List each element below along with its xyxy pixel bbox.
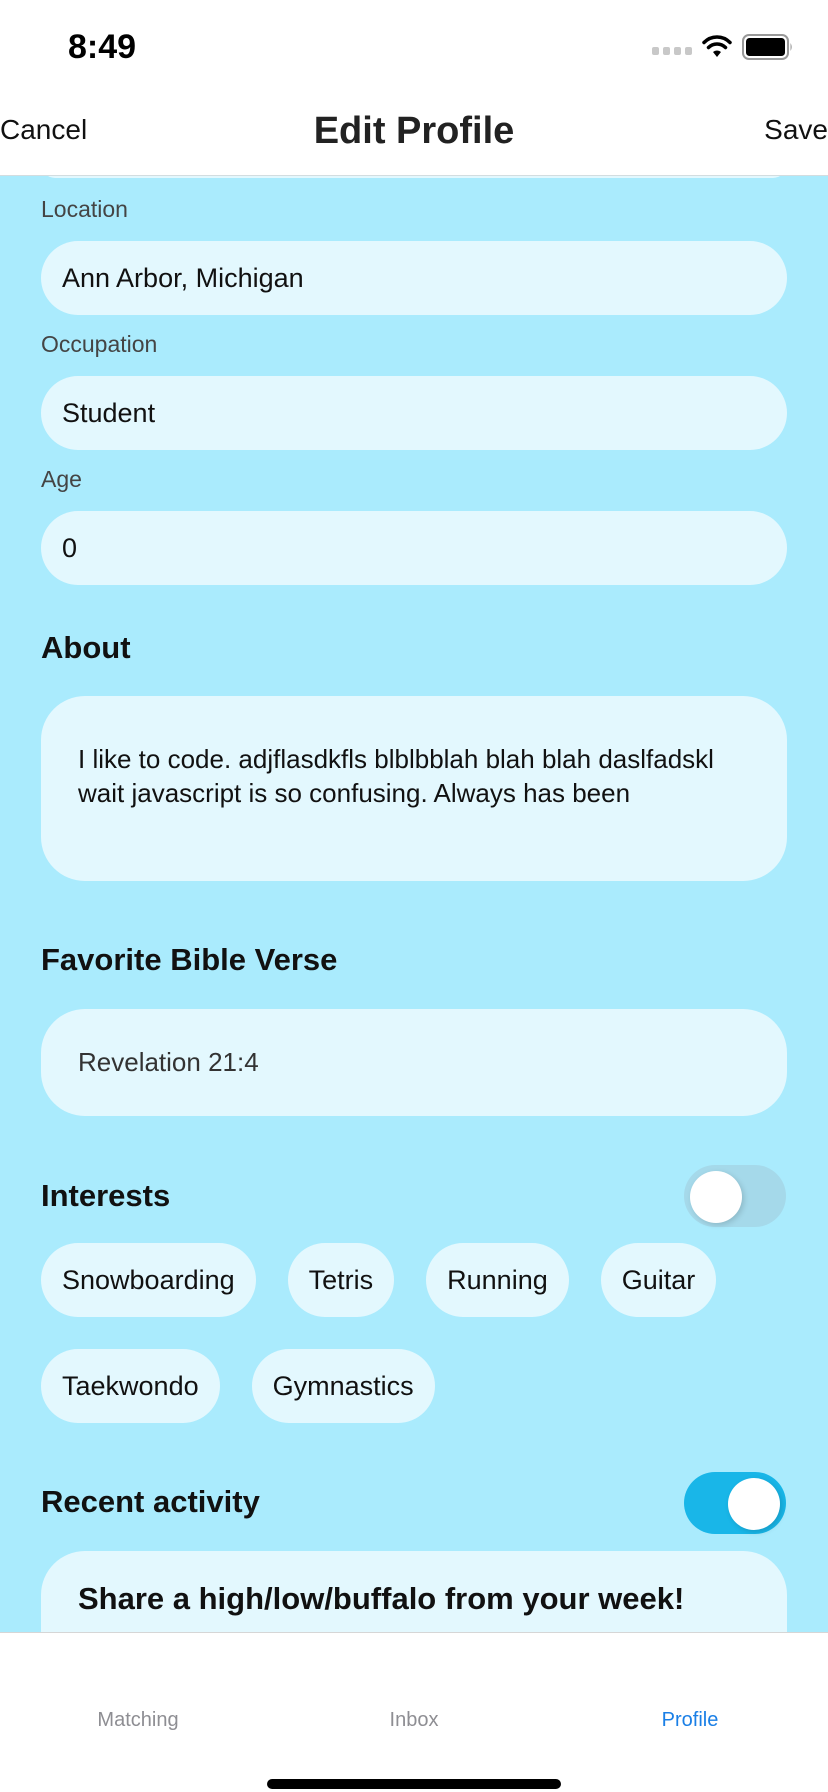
header: 8:49 Edit Profile Cancel Save [0,0,828,176]
interests-title: Interests [41,1178,171,1213]
about-textarea[interactable]: I like to code. adjflasdkfls blblbblah b… [41,696,787,881]
scroll-content[interactable]: Location Ann Arbor, Michigan Occupation … [0,0,828,1632]
interests-toggle[interactable] [684,1165,786,1227]
status-icons [652,34,794,60]
location-label: Location [41,196,128,222]
tab-bar: Matching Inbox Profile [0,1632,828,1792]
age-input[interactable]: 0 [41,511,787,585]
save-button[interactable]: Save [764,114,828,146]
interest-chip[interactable]: Gymnastics [251,1349,435,1423]
bible-verse-input[interactable]: Revelation 21:4 [41,1009,787,1116]
tab-matching[interactable]: Matching [0,1709,276,1732]
about-title: About [41,630,131,665]
battery-icon [742,34,794,60]
occupation-label: Occupation [41,331,158,357]
interest-chip[interactable]: Taekwondo [41,1349,220,1423]
page-title: Edit Profile [313,110,515,152]
activity-prompt-text: Share a high/low/buffalo from your week! [78,1581,685,1616]
tab-inbox[interactable]: Inbox [276,1709,552,1732]
cancel-button[interactable]: Cancel [0,114,87,146]
interest-chip[interactable]: Tetris [287,1243,395,1317]
recent-activity-toggle[interactable] [684,1472,786,1534]
recent-activity-title: Recent activity [41,1484,260,1519]
interest-chip[interactable]: Snowboarding [41,1243,256,1317]
toggle-knob [728,1478,780,1530]
location-input[interactable]: Ann Arbor, Michigan [41,241,787,315]
status-time: 8:49 [68,28,137,66]
wifi-icon [702,35,732,59]
interest-chip[interactable]: Guitar [600,1243,717,1317]
toggle-knob [690,1171,742,1223]
activity-prompt-card[interactable]: Share a high/low/buffalo from your week! [41,1551,787,1632]
interest-chip[interactable]: Running [426,1243,569,1317]
interests-chip-list: Snowboarding Tetris Running Guitar Taekw… [41,1243,801,1423]
occupation-input[interactable]: Student [41,376,787,450]
signal-icon [652,39,692,55]
age-label: Age [41,466,82,492]
tab-profile[interactable]: Profile [552,1709,828,1732]
bible-verse-title: Favorite Bible Verse [41,942,338,977]
home-indicator [267,1779,561,1789]
